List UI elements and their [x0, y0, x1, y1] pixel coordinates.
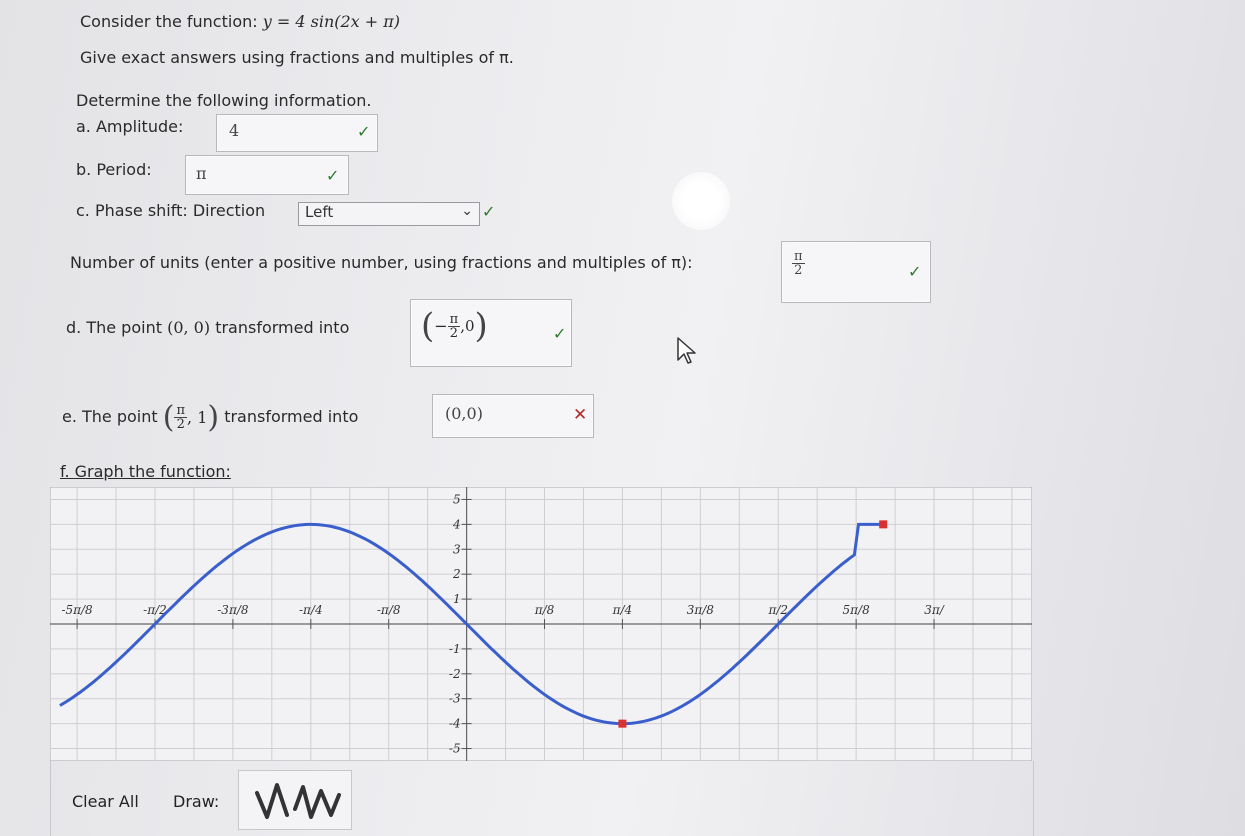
y-tick-label: -1	[449, 642, 461, 656]
d-question: d. The point (0, 0) transformed into	[66, 318, 349, 337]
x-tick-label: -π/8	[377, 603, 401, 617]
draw-label: Draw:	[173, 792, 220, 811]
check-icon: ✓	[326, 166, 340, 185]
y-tick-label: 5	[453, 492, 461, 506]
x-tick-label: -π/4	[299, 603, 323, 617]
period-input[interactable]: π ✓	[185, 155, 349, 195]
mouse-cursor-icon	[677, 337, 696, 364]
y-tick-label: -4	[449, 717, 461, 731]
amplitude-value: 4	[229, 121, 240, 140]
x-tick-label: π/8	[534, 603, 555, 617]
y-tick-label: 1	[453, 592, 461, 606]
x-tick-label: -5π/8	[61, 603, 93, 617]
y-tick-label: 2	[452, 567, 461, 581]
y-tick-label: 3	[453, 542, 461, 556]
y-tick-label: 4	[452, 517, 461, 531]
sine-draw-tool-button[interactable]	[238, 770, 352, 830]
d-label-post: transformed into	[215, 318, 350, 337]
units-denominator: 2	[794, 263, 803, 278]
d-answer-numerator: π	[447, 311, 461, 327]
sine-wave-draw-icon	[255, 783, 341, 819]
d-answer-value: (− π 2,0)	[421, 306, 488, 346]
x-tick-label: 3π/8	[687, 603, 715, 617]
x-tick-label: 3π/	[924, 603, 946, 617]
chevron-down-icon: ⌄	[461, 203, 473, 219]
e-point-numerator: π	[174, 403, 188, 418]
x-tick-label: 5π/8	[843, 603, 871, 617]
graph-canvas[interactable]: -5π/8 -π/2 -3π/8 -π/4 -π/8 π/8 π/4 3π/8 π/2 5π/8 3…	[50, 487, 1032, 761]
units-numerator: π	[792, 249, 805, 264]
d-label-pre: d. The point	[66, 318, 162, 337]
e-label-post: transformed into	[224, 407, 359, 426]
d-answer-input[interactable]: (− π 2,0) ✓	[410, 299, 572, 367]
marked-point	[879, 520, 888, 529]
intro-text: Determine the following information.	[76, 91, 372, 110]
y-tick-label: -5	[449, 742, 461, 756]
marked-point	[618, 719, 627, 728]
function-expression: y = 4 sin(2x + π)	[262, 12, 401, 31]
check-icon: ✓	[553, 324, 567, 343]
y-tick-label: -3	[449, 692, 461, 706]
y-tick-label: -2	[449, 667, 461, 681]
clear-all-button[interactable]: Clear All	[72, 792, 139, 811]
direction-select[interactable]: Left ⌄	[298, 202, 480, 226]
d-answer-tail: ,0	[460, 317, 475, 335]
e-point-tail: , 1	[187, 408, 208, 427]
direction-selected-value: Left	[305, 203, 334, 221]
check-icon: ✓	[357, 122, 371, 141]
d-answer-sign: −	[434, 316, 448, 336]
e-answer-input[interactable]: (0,0) ✕	[432, 394, 594, 438]
e-answer-value: (0,0)	[445, 404, 483, 423]
units-input[interactable]: π2 ✓	[781, 241, 931, 303]
graph-label: f. Graph the function:	[60, 462, 231, 481]
x-icon: ✕	[573, 405, 588, 425]
amplitude-label: a. Amplitude:	[76, 117, 184, 136]
instructions: Give exact answers using fractions and m…	[80, 48, 514, 67]
phase-shift-label: c. Phase shift: Direction	[76, 201, 266, 220]
light-glare	[672, 172, 730, 230]
period-label: b. Period:	[76, 160, 152, 179]
units-value: π2	[792, 250, 805, 277]
e-point: (π 2, 1)	[162, 400, 220, 435]
e-label-pre: e. The point	[62, 407, 158, 426]
units-label: Number of units (enter a positive number…	[70, 253, 693, 272]
function-prompt: Consider the function: y = 4 sin(2x + π)	[80, 12, 400, 31]
x-tick-label: π/4	[612, 603, 633, 617]
d-answer-denominator: 2	[449, 325, 459, 341]
d-point: (0, 0)	[167, 318, 211, 337]
amplitude-input[interactable]: 4 ✓	[216, 114, 378, 152]
e-question: e. The point (π 2, 1) transformed into	[62, 400, 358, 435]
period-value: π	[196, 164, 207, 183]
e-point-denominator: 2	[176, 417, 185, 432]
check-icon: ✓	[908, 262, 922, 281]
prompt-text: Consider the function:	[80, 12, 263, 31]
x-tick-label: -3π/8	[217, 603, 249, 617]
x-tick-label: π/2	[767, 603, 788, 617]
check-icon: ✓	[482, 202, 496, 221]
